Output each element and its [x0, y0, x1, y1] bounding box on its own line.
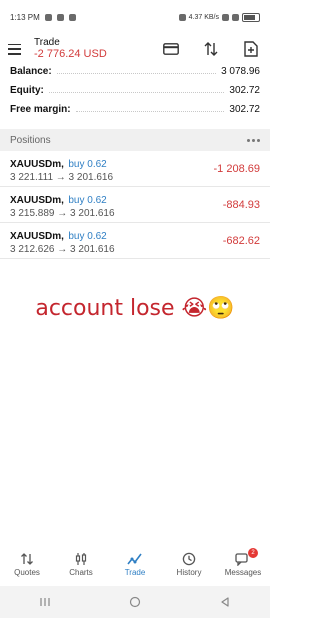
- caption-text: account lose 😭🙄: [35, 296, 235, 321]
- position-profit: -682.62: [222, 234, 260, 247]
- nav-label: Messages: [224, 568, 262, 577]
- position-prices: 3 221.111 → 3 201.616: [10, 172, 114, 184]
- balance-value: 3 078.96: [221, 66, 260, 77]
- notification-icon: [56, 13, 64, 21]
- positions-header: Positions: [0, 129, 270, 151]
- battery-icon: [242, 12, 260, 22]
- position-row[interactable]: XAUUSDm, buy 0.62 3 215.889 → 3 201.616 …: [0, 187, 270, 223]
- nav-label: Charts: [69, 568, 93, 577]
- dotted-leader: [56, 73, 217, 74]
- position-profit: -884.93: [222, 198, 260, 211]
- position-prices: 3 212.626 → 3 201.616: [10, 244, 115, 256]
- sort-icon[interactable]: [202, 40, 220, 58]
- total-profit: -2 776.24 USD: [34, 48, 107, 61]
- wifi-icon: [232, 13, 239, 21]
- position-symbol: XAUUSDm,: [10, 194, 64, 206]
- status-right: 4.37 KB/s: [178, 12, 260, 22]
- nav-history[interactable]: History: [162, 546, 216, 586]
- balance-row: Balance: 3 078.96: [10, 66, 260, 85]
- system-nav-bar: [0, 586, 270, 618]
- nav-label: Trade: [124, 568, 146, 577]
- positions-title: Positions: [10, 134, 51, 146]
- position-info: XAUUSDm, buy 0.62 3 212.626 → 3 201.616: [10, 225, 115, 256]
- position-symbol: XAUUSDm,: [10, 230, 64, 242]
- free-margin-row: Free margin: 302.72: [10, 104, 260, 123]
- position-row[interactable]: XAUUSDm, buy 0.62 3 212.626 → 3 201.616 …: [0, 223, 270, 259]
- home-icon[interactable]: [115, 592, 155, 612]
- menu-icon[interactable]: [8, 43, 21, 55]
- balance-label: Balance:: [10, 66, 52, 77]
- alarm-icon: [178, 13, 186, 21]
- quotes-icon: [20, 550, 34, 568]
- position-info: XAUUSDm, buy 0.62 3 215.889 → 3 201.616: [10, 189, 115, 220]
- status-time: 1:13 PM: [10, 12, 40, 22]
- positions-list: XAUUSDm, buy 0.62 3 221.111 → 3 201.616 …: [0, 151, 270, 259]
- notification-icon: [68, 13, 76, 21]
- app-header: Trade -2 776.24 USD: [0, 34, 270, 64]
- messages-badge: 2: [248, 548, 258, 558]
- dotted-leader: [48, 92, 225, 93]
- equity-row: Equity: 302.72: [10, 85, 260, 104]
- network-speed: 4.37 KB/s: [188, 13, 219, 21]
- charts-icon: [74, 550, 88, 568]
- nav-label: Quotes: [14, 568, 40, 577]
- header-actions: [162, 40, 260, 58]
- nav-trade[interactable]: Trade: [108, 546, 162, 586]
- dotted-leader: [75, 111, 225, 112]
- recent-apps-icon[interactable]: [25, 592, 65, 612]
- position-row[interactable]: XAUUSDm, buy 0.62 3 221.111 → 3 201.616 …: [0, 151, 270, 187]
- free-margin-label: Free margin:: [10, 104, 71, 115]
- bottom-nav: Quotes Charts Trade History 2 Messages: [0, 546, 270, 586]
- nav-label: History: [176, 568, 202, 577]
- nav-charts[interactable]: Charts: [54, 546, 108, 586]
- trade-icon: [127, 550, 143, 568]
- account-summary: Balance: 3 078.96 Equity: 302.72 Free ma…: [0, 64, 270, 123]
- position-side: buy 0.62: [68, 230, 107, 242]
- new-order-icon[interactable]: [242, 40, 260, 58]
- status-left: 1:13 PM: [10, 13, 76, 22]
- position-info: XAUUSDm, buy 0.62 3 221.111 → 3 201.616: [10, 153, 113, 184]
- free-margin-value: 302.72: [229, 104, 260, 115]
- signal-icon: [222, 13, 229, 21]
- card-icon[interactable]: [162, 40, 180, 58]
- page-title: Trade: [34, 36, 60, 48]
- position-prices: 3 215.889 → 3 201.616: [10, 208, 115, 220]
- nav-quotes[interactable]: Quotes: [0, 546, 54, 586]
- more-options-icon[interactable]: [247, 138, 260, 142]
- history-icon: [182, 550, 196, 568]
- status-bar: 1:13 PM 4.37 KB/s: [0, 0, 270, 34]
- position-side: buy 0.62: [68, 158, 107, 170]
- position-symbol: XAUUSDm,: [10, 158, 64, 170]
- position-profit: -1 208.69: [213, 162, 260, 175]
- title-block: Trade -2 776.24 USD: [34, 37, 107, 61]
- equity-label: Equity:: [10, 85, 44, 96]
- equity-value: 302.72: [229, 85, 260, 96]
- notification-icon: [44, 13, 52, 21]
- back-icon[interactable]: [205, 592, 245, 612]
- position-side: buy 0.62: [68, 194, 107, 206]
- nav-messages[interactable]: 2 Messages: [216, 546, 270, 586]
